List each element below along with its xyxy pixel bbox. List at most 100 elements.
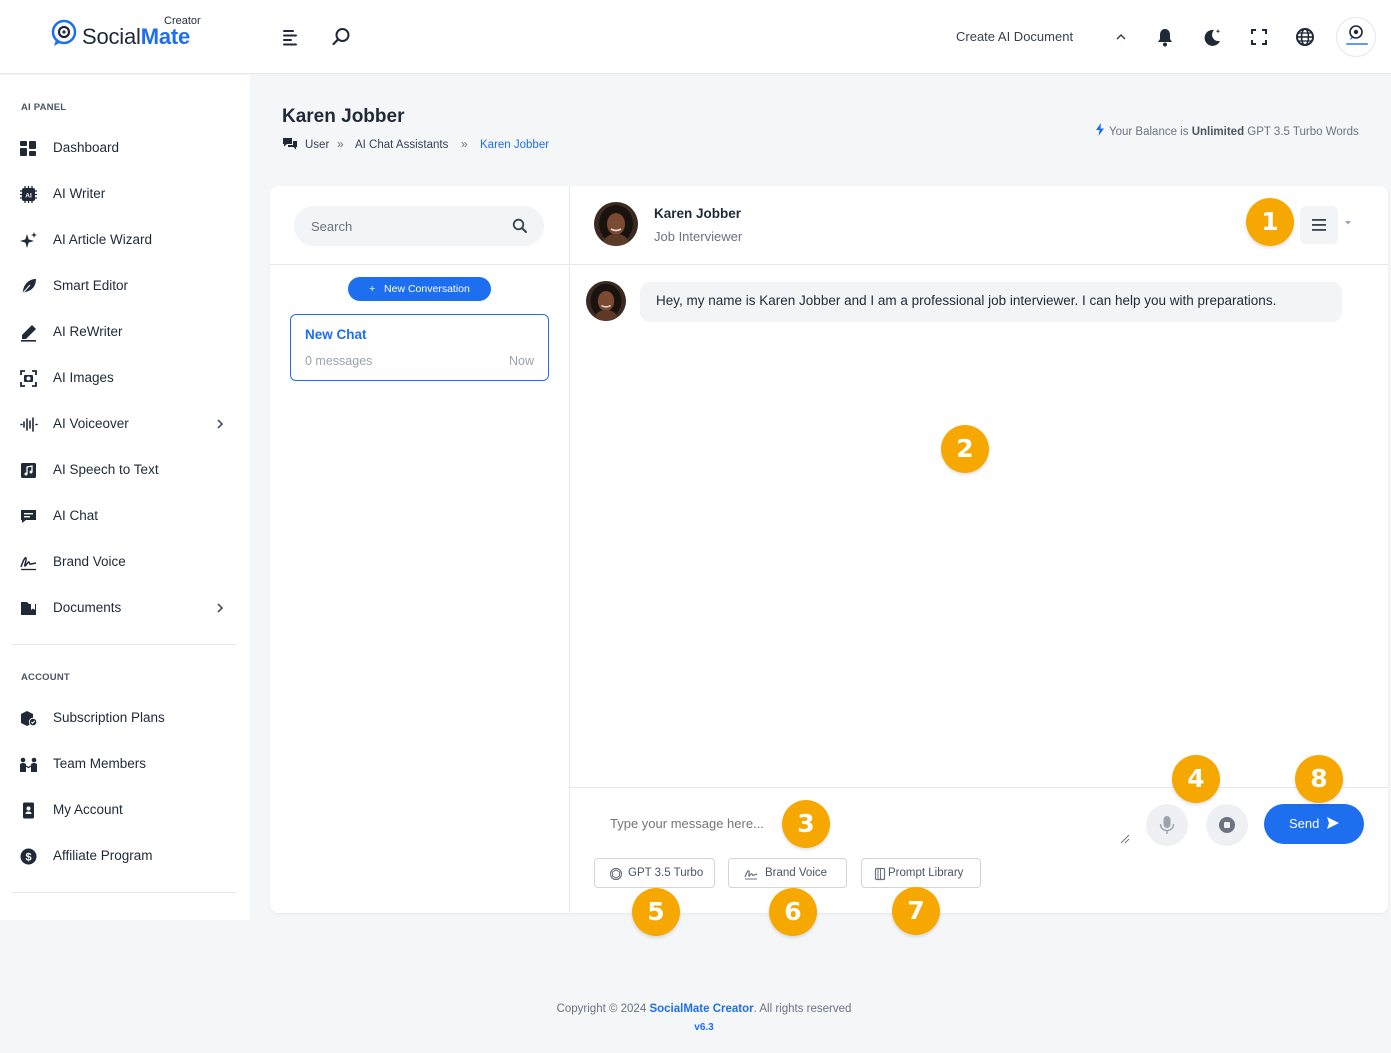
user-avatar-logo-icon — [1346, 25, 1368, 45]
conversation-item[interactable]: New Chat 0 messages Now — [290, 314, 549, 381]
sidebar-item-subscription-plans[interactable]: Subscription Plans — [0, 703, 250, 733]
footer-prefix: Copyright © 2024 — [556, 1003, 647, 1015]
search-icon[interactable] — [330, 26, 352, 48]
brand-voice-chip[interactable]: Brand Voice — [728, 858, 847, 888]
sidebar-item-documents[interactable]: Documents — [0, 593, 250, 623]
assistant-role: Job Interviewer — [654, 229, 743, 244]
waveform-icon — [20, 417, 38, 432]
id-card-icon — [23, 802, 34, 819]
chip-label: GPT 3.5 Turbo — [628, 867, 704, 879]
microphone-button[interactable] — [1146, 804, 1188, 846]
chat-options-button[interactable] — [1300, 206, 1338, 244]
search-placeholder: Search — [311, 219, 353, 234]
ai-chip-icon: AI — [20, 186, 37, 203]
chat-icon — [21, 510, 36, 523]
annotation-badge-1: 1 — [1246, 198, 1294, 246]
sidebar-item-label: AI ReWriter — [53, 324, 123, 339]
balance-indicator: Your Balance is Unlimited GPT 3.5 Turbo … — [1095, 123, 1359, 138]
book-icon — [874, 867, 886, 881]
model-selector-chip[interactable]: GPT 3.5 Turbo — [594, 858, 715, 888]
sidebar-item-dashboard[interactable]: Dashboard — [0, 133, 250, 163]
assistant-avatar — [594, 202, 638, 246]
svg-text:$: $ — [25, 852, 31, 864]
annotation-badge-2: 2 — [941, 425, 989, 473]
svg-text:AI: AI — [25, 193, 32, 200]
sidebar-divider — [12, 644, 236, 645]
hamburger-icon — [1312, 219, 1326, 231]
sidebar-item-label: AI Article Wizard — [53, 232, 153, 247]
prompt-library-chip[interactable]: Prompt Library — [861, 858, 981, 888]
sidebar-item-ai-rewriter[interactable]: AI ReWriter — [0, 317, 250, 347]
lightning-icon — [1096, 123, 1104, 136]
page-title: Karen Jobber — [282, 106, 405, 127]
search-icon[interactable] — [512, 218, 528, 234]
sidebar-item-smart-editor[interactable]: Smart Editor — [0, 271, 250, 301]
sidebar-item-ai-images[interactable]: AI Images — [0, 363, 250, 393]
create-ai-document-link[interactable]: Create AI Document — [956, 29, 1073, 44]
chevron-right-icon[interactable] — [214, 601, 226, 615]
sidebar-item-label: AI Speech to Text — [53, 462, 159, 477]
conversation-title: New Chat — [305, 327, 367, 342]
new-conversation-label: New Conversation — [384, 283, 470, 295]
logo[interactable]: Creator SocialMate — [48, 14, 218, 58]
sidebar-item-ai-writer[interactable]: AI AI Writer — [0, 179, 250, 209]
sidebar-item-label: Brand Voice — [53, 554, 126, 569]
send-button[interactable]: Send — [1264, 804, 1364, 844]
sidebar-item-ai-speech-to-text[interactable]: AI Speech to Text — [0, 455, 250, 485]
assistant-portrait-image — [594, 202, 638, 246]
conversation-time: Now — [508, 354, 534, 368]
chip-label: Brand Voice — [765, 867, 828, 879]
sidebar-item-affiliate-program[interactable]: $ Affiliate Program — [0, 841, 250, 871]
signature-icon — [744, 870, 758, 880]
sidebar-item-label: Team Members — [53, 756, 147, 771]
dollar-circle-icon: $ — [20, 848, 37, 865]
stop-button[interactable] — [1206, 804, 1248, 846]
sidebar-item-label: Subscription Plans — [53, 710, 165, 725]
send-label: Send — [1289, 816, 1320, 831]
sidebar-item-label: AI Images — [53, 370, 114, 385]
bell-icon[interactable] — [1154, 26, 1176, 48]
breadcrumb-user[interactable]: User — [305, 139, 329, 151]
resize-grip-icon[interactable] — [1120, 834, 1130, 844]
image-scan-icon — [20, 370, 37, 387]
signature-icon — [20, 557, 37, 571]
caret-down-icon[interactable] — [1343, 219, 1353, 227]
chat-card: Search + New Conversation New Chat 0 mes… — [270, 186, 1388, 913]
divider — [270, 264, 570, 265]
moon-icon[interactable] — [1201, 26, 1223, 48]
footer-brand-link[interactable]: SocialMate Creator — [649, 1003, 753, 1015]
conversation-search-input[interactable]: Search — [294, 206, 544, 246]
sidebar-item-my-account[interactable]: My Account — [0, 795, 250, 825]
logo-word-social: Social — [82, 24, 141, 49]
folder-icon — [21, 602, 36, 615]
sparkles-icon — [20, 232, 37, 248]
breadcrumb-separator: » — [337, 137, 344, 151]
sidebar-item-ai-article-wizard[interactable]: AI Article Wizard — [0, 225, 250, 255]
annotation-badge-6: 6 — [769, 888, 817, 936]
chevron-up-icon[interactable] — [1110, 26, 1132, 48]
top-bar: Creator SocialMate Create AI Document — [0, 0, 1391, 74]
balance-value: Unlimited — [1191, 126, 1245, 138]
sidebar-divider — [12, 892, 236, 893]
stop-icon — [1219, 817, 1235, 833]
assistant-portrait-image — [586, 281, 626, 321]
chevron-right-icon[interactable] — [214, 417, 226, 431]
message-input[interactable] — [600, 808, 1130, 846]
new-conversation-button[interactable]: + New Conversation — [348, 277, 491, 301]
sidebar-item-ai-voiceover[interactable]: AI Voiceover — [0, 409, 250, 439]
fullscreen-icon[interactable] — [1248, 26, 1270, 48]
user-avatar[interactable] — [1336, 17, 1376, 57]
annotation-badge-4: 4 — [1172, 755, 1220, 803]
sidebar-item-team-members[interactable]: Team Members — [0, 749, 250, 779]
breadcrumb-current: Karen Jobber — [480, 139, 550, 151]
sidebar-item-ai-chat[interactable]: AI Chat — [0, 501, 250, 531]
globe-icon[interactable] — [1294, 26, 1316, 48]
footer-version: v6.3 — [694, 1022, 714, 1033]
breadcrumb-ai-chat-assistants[interactable]: AI Chat Assistants — [355, 139, 448, 151]
sidebar-section-account: ACCOUNT — [21, 672, 70, 683]
menu-toggle-icon[interactable] — [280, 26, 302, 48]
sidebar-item-label: Documents — [53, 600, 122, 615]
annotation-badge-3: 3 — [782, 800, 830, 848]
conversation-message-count: 0 messages — [305, 354, 373, 368]
sidebar-item-brand-voice[interactable]: Brand Voice — [0, 547, 250, 577]
